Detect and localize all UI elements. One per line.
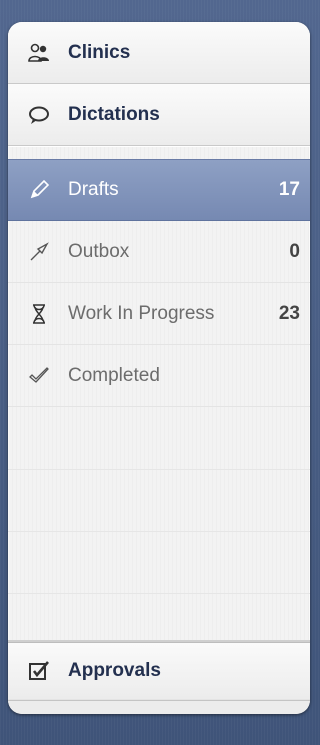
sidebar-item-dictations[interactable]: Dictations (8, 84, 310, 146)
sidebar-item-completed[interactable]: Completed (8, 345, 310, 407)
approvals-label: Approvals (68, 660, 161, 681)
bottom-bar (8, 700, 310, 714)
work-in-progress-count: 23 (278, 302, 300, 324)
sidebar-item-work-in-progress[interactable]: Work In Progress 23 (8, 283, 310, 345)
checkbox-icon (24, 656, 54, 686)
completed-label: Completed (68, 364, 160, 386)
dictations-label: Dictations (68, 103, 160, 125)
people-icon (24, 38, 54, 68)
divider (8, 531, 310, 532)
sidebar-item-drafts[interactable]: Drafts 17 (8, 159, 310, 221)
hourglass-icon (24, 299, 54, 329)
drafts-count: 17 (278, 179, 300, 200)
work-in-progress-label: Work In Progress (68, 302, 215, 324)
speech-bubble-icon (24, 100, 54, 130)
divider (8, 469, 310, 470)
pencil-icon (24, 175, 54, 205)
outbox-arrow-icon (24, 237, 54, 267)
sidebar-item-clinics[interactable]: Clinics (8, 22, 310, 84)
divider (8, 593, 310, 594)
clinics-label: Clinics (68, 41, 131, 63)
checkmark-icon (24, 361, 54, 391)
outbox-count: 0 (289, 240, 300, 262)
outbox-label: Outbox (68, 240, 130, 262)
sidebar-item-approvals[interactable]: Approvals (8, 642, 310, 700)
sidebar-panel: Clinics Dictations Drafts 17 Outbox 0 Wo… (8, 22, 310, 714)
drafts-label: Drafts (68, 179, 119, 200)
sidebar-item-outbox[interactable]: Outbox 0 (8, 221, 310, 283)
